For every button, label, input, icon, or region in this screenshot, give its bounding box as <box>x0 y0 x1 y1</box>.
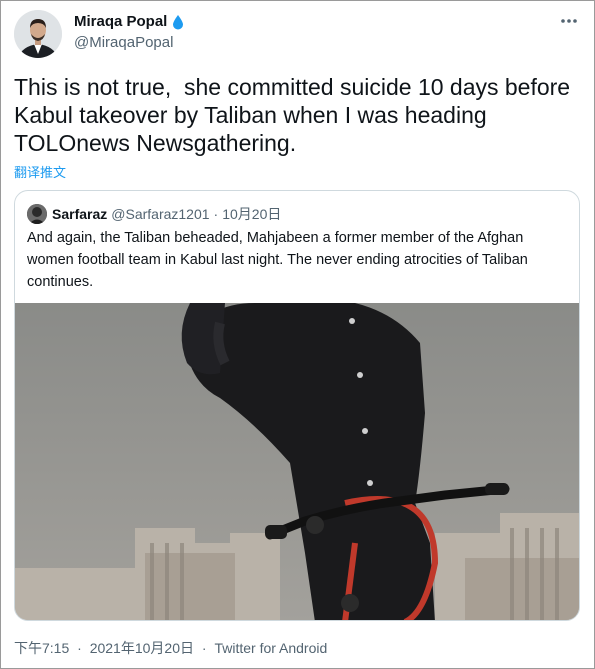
footer-separator: · <box>77 640 82 656</box>
footer-separator-2: · <box>201 640 207 656</box>
quoted-tweet-header: Sarfaraz @Sarfaraz1201 · 10月20日 <box>27 204 281 224</box>
more-options-icon[interactable] <box>560 12 578 30</box>
quoted-tweet-photo[interactable] <box>15 303 579 620</box>
quoted-author-name[interactable]: Sarfaraz <box>52 206 107 222</box>
quoted-tweet-text: And again, the Taliban beheaded, Mahjabe… <box>27 230 528 290</box>
author-avatar[interactable] <box>14 10 62 58</box>
quoted-date[interactable]: 10月20日 <box>222 204 281 224</box>
quoted-separator: · <box>213 206 219 222</box>
translate-tweet-link[interactable]: 翻译推文 <box>14 162 66 181</box>
tweet-time[interactable]: 下午7:15 <box>14 640 69 656</box>
tweet-date[interactable]: 2021年10月20日 <box>90 640 194 656</box>
author-name[interactable]: Miraqa Popal <box>74 13 167 30</box>
tweet-header: Miraqa Popal @MiraqaPopal <box>14 10 580 60</box>
tweet-footer: 下午7:15 · 2021年10月20日 · Twitter for Andro… <box>14 638 327 658</box>
tweet-source[interactable]: Twitter for Android <box>214 640 327 656</box>
author-name-row: Miraqa Popal <box>74 13 185 30</box>
tweet-text: This is not true, she committed suicide … <box>14 74 577 156</box>
quoted-tweet[interactable]: Sarfaraz @Sarfaraz1201 · 10月20日 And agai… <box>14 190 580 621</box>
water-drop-icon <box>171 14 185 30</box>
quoted-author-avatar[interactable] <box>27 204 47 224</box>
quoted-author-handle[interactable]: @Sarfaraz1201 <box>111 206 209 222</box>
author-handle[interactable]: @MiraqaPopal <box>74 34 173 51</box>
